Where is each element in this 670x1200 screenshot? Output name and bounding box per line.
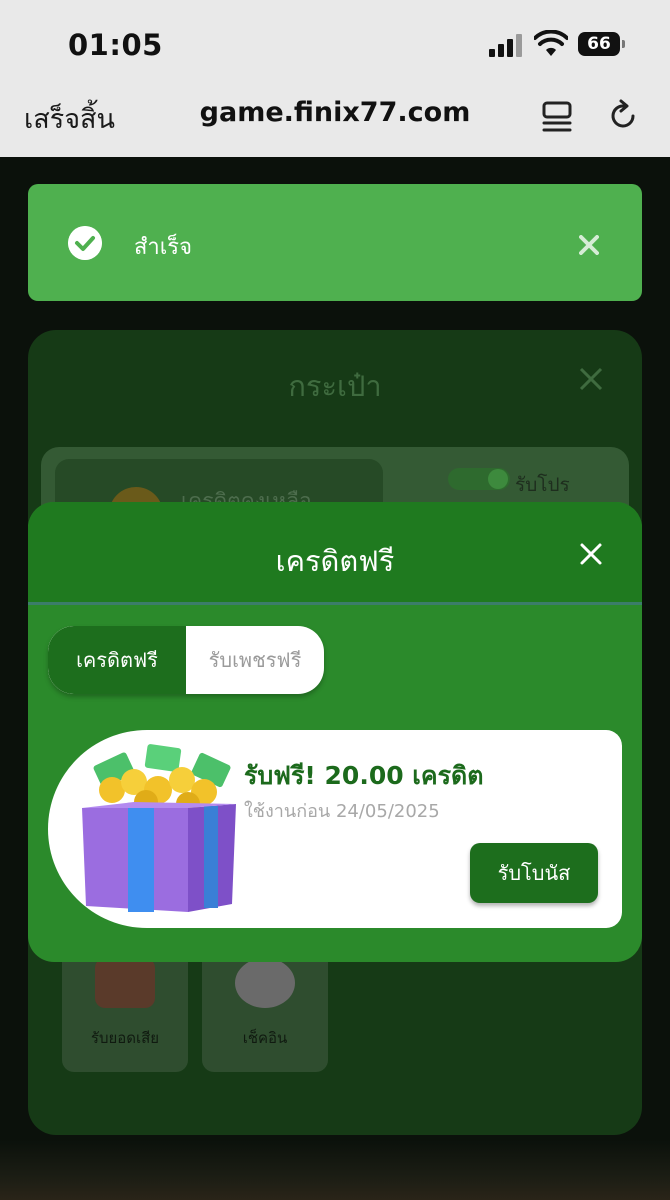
status-bar: 01:05 66 (0, 0, 670, 85)
close-icon[interactable] (579, 235, 599, 255)
tile-label: เช็คอิน (242, 1029, 288, 1047)
reward-card: รับฟรี! 20.00 เครดิต ใช้งานก่อน 24/05/20… (48, 730, 622, 928)
gift-box-icon (82, 744, 236, 912)
reload-icon[interactable] (608, 99, 640, 133)
promo-toggle-label: รับโปร (515, 474, 570, 496)
tab-free-diamonds[interactable]: รับเพชรฟรี (186, 626, 324, 694)
checkin-tile[interactable]: เช็คอิน (202, 950, 328, 1072)
battery-icon: 66 (578, 32, 625, 56)
check-circle-icon (68, 226, 102, 260)
reward-expiry: ใช้งานก่อน 24/05/2025 (244, 801, 440, 822)
claim-bonus-button[interactable]: รับโบนัส (470, 843, 598, 903)
tab-switcher: เครดิตฟรี รับเพชรฟรี (48, 626, 324, 694)
wallet-title: กระเป๋า (288, 369, 382, 403)
browser-bar: game.finix77.com เสร็จสิ้น (0, 85, 670, 157)
cellular-signal-icon (489, 33, 523, 57)
modal-header: เครดิตฟรี (28, 502, 642, 605)
rebate-icon (95, 958, 155, 1008)
tile-label: รับยอดเสีย (90, 1029, 160, 1047)
calendar-icon (235, 958, 295, 1008)
done-button[interactable]: เสร็จสิ้น (24, 97, 115, 140)
reader-view-icon[interactable] (541, 100, 573, 134)
rebate-tile[interactable]: รับยอดเสีย (62, 950, 188, 1072)
page-footer-background (0, 1140, 670, 1200)
modal-title: เครดิตฟรี (275, 544, 395, 578)
promo-toggle[interactable] (448, 468, 510, 490)
close-icon[interactable] (579, 542, 603, 566)
free-credit-modal: เครดิตฟรี เครดิตฟรี รับเพชรฟรี รับฟรี! 2… (28, 502, 642, 962)
toast-message: สำเร็จ (134, 235, 193, 260)
status-time: 01:05 (68, 28, 163, 62)
wifi-icon (534, 30, 568, 56)
reward-title: รับฟรี! 20.00 เครดิต (244, 761, 484, 790)
close-icon[interactable] (578, 366, 604, 392)
tab-free-credit[interactable]: เครดิตฟรี (48, 626, 186, 694)
success-toast: สำเร็จ (28, 184, 642, 301)
